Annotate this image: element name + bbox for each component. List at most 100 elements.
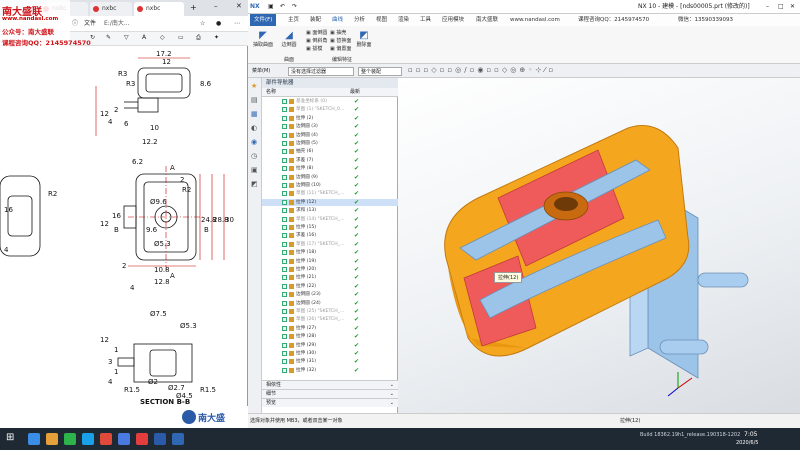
file-explorer-icon[interactable]	[46, 433, 58, 445]
visibility-checkbox[interactable]	[282, 99, 287, 104]
qq-icon[interactable]	[82, 433, 94, 445]
nandasl-icon[interactable]	[154, 433, 166, 445]
visibility-checkbox[interactable]	[282, 309, 287, 314]
baidu-icon[interactable]	[118, 433, 130, 445]
visibility-checkbox[interactable]	[282, 367, 287, 373]
highlight-icon[interactable]: ▽	[124, 34, 129, 41]
column-name[interactable]: 名称	[266, 88, 276, 97]
feature-row[interactable]: 拉伸 (30) ✔	[262, 350, 398, 357]
undo-icon[interactable]: ↶	[280, 0, 285, 14]
shell-button[interactable]: ▣ 抽壳	[330, 29, 346, 36]
feature-row[interactable]: 拉伸 (12) ✔	[262, 198, 398, 206]
draw-icon[interactable]: ✎	[106, 34, 111, 41]
tab-view[interactable]: 视图	[376, 14, 387, 26]
visibility-checkbox[interactable]	[282, 241, 287, 247]
panel-preview[interactable]: 预览 ⌄	[262, 398, 398, 407]
minimize-icon[interactable]: –	[766, 0, 769, 14]
chrome-icon[interactable]	[136, 433, 148, 445]
delete-face-button[interactable]: ◩ 删除面	[354, 30, 374, 48]
visibility-checkbox[interactable]	[282, 107, 287, 113]
pin-lower[interactable]	[659, 339, 709, 355]
visibility-checkbox[interactable]	[282, 351, 287, 356]
chamfer-button[interactable]: ▣ 倒斜角	[306, 37, 327, 44]
visibility-checkbox[interactable]	[282, 157, 287, 163]
feature-row[interactable]: 草图 (17) "SKETCH_... ✔	[262, 241, 398, 248]
redo-icon[interactable]: ↷	[292, 0, 297, 14]
feature-row[interactable]: 拉伸 (31) ✔	[262, 358, 398, 365]
visibility-checkbox[interactable]	[282, 132, 287, 138]
face-blend-button[interactable]: ▣ 面倒圆	[306, 29, 327, 36]
feature-row[interactable]: 边倒圆 (9) ✔	[262, 174, 398, 181]
tab-render[interactable]: 渲染	[398, 14, 409, 26]
visibility-checkbox[interactable]	[282, 317, 287, 323]
avatar[interactable]: ●	[216, 16, 221, 32]
feature-row[interactable]: 拉伸 (2) ✔	[262, 115, 398, 122]
save-icon[interactable]: ▭	[178, 34, 184, 41]
visibility-checkbox[interactable]	[282, 183, 287, 188]
tab-tools[interactable]: 工具	[420, 14, 431, 26]
feature-row[interactable]: 拉伸 (15) ✔	[262, 224, 398, 231]
feature-row[interactable]: 边倒圆 (10) ✔	[262, 182, 398, 189]
selection-filter-dropdown[interactable]: 没有选择过滤器	[288, 67, 354, 76]
feature-row[interactable]: 拉伸 (21) ✔	[262, 274, 398, 281]
process-studio-icon[interactable]: ◩	[251, 180, 258, 188]
visibility-checkbox[interactable]	[282, 359, 287, 365]
visibility-checkbox[interactable]	[282, 141, 287, 146]
edge-icon[interactable]	[28, 433, 40, 445]
offset-face-button[interactable]: ▣ 偏置面	[330, 45, 351, 52]
feature-row[interactable]: 基准坐标系 (0) ✔	[262, 98, 398, 105]
text-icon[interactable]: A	[142, 34, 146, 41]
feature-row[interactable]: 拉伸 (27) ✔	[262, 325, 398, 332]
minimize-icon[interactable]: –	[214, 2, 218, 10]
visibility-checkbox[interactable]	[282, 233, 287, 239]
feature-row[interactable]: 抽壳 (6) ✔	[262, 148, 398, 155]
feature-row[interactable]: 求和 (13) ✔	[262, 207, 398, 214]
visibility-checkbox[interactable]	[282, 300, 287, 306]
feature-row[interactable]: 求差 (16) ✔	[262, 232, 398, 239]
menu-button[interactable]: 菜单(M)	[250, 67, 286, 76]
visibility-checkbox[interactable]	[282, 124, 287, 130]
tab-home[interactable]: 主页	[288, 14, 299, 26]
visibility-checkbox[interactable]	[282, 267, 287, 272]
panel-dependencies[interactable]: 相依性 ⌄	[262, 380, 398, 389]
pin-icon[interactable]: ✦	[214, 34, 219, 41]
selection-scope-dropdown[interactable]: 整个装配	[358, 67, 402, 76]
history-icon[interactable]: ◷	[251, 152, 257, 160]
star-icon[interactable]: ☆	[200, 16, 205, 32]
tab-file[interactable]: 文件(F)	[250, 14, 277, 26]
tab-assembly[interactable]: 装配	[310, 14, 321, 26]
visibility-checkbox[interactable]	[282, 342, 287, 348]
snap-toolbar-icons[interactable]: ▫▫▫◇▫▫◎/▫◉▫▫◇◎⊕◦⊹⁄▫	[408, 66, 556, 74]
nx-icon[interactable]	[172, 433, 184, 445]
panel-details[interactable]: 细节 ⌄	[262, 389, 398, 398]
tab-wechat[interactable]: 微信：13590339093	[678, 14, 733, 26]
browser-tab[interactable]: nxbc	[90, 2, 132, 16]
tab-analysis[interactable]: 分析	[354, 14, 365, 26]
graphics-window[interactable]: 拉伸(12)	[398, 78, 800, 413]
system-materials-icon[interactable]: ▣	[251, 166, 258, 174]
visibility-checkbox[interactable]	[282, 216, 287, 222]
clock-time[interactable]: 7:05	[744, 431, 757, 438]
edge-blend-button[interactable]: ◢ 边倒圆	[278, 30, 300, 50]
visibility-checkbox[interactable]	[282, 174, 287, 180]
windows-start-icon[interactable]: ⊞	[6, 432, 14, 443]
visibility-checkbox[interactable]	[282, 149, 287, 155]
close-icon[interactable]: ✕	[790, 0, 795, 14]
feature-row[interactable]: 边倒圆 (24) ✔	[262, 300, 398, 307]
print-icon[interactable]: ⎙	[196, 34, 201, 42]
feature-row[interactable]: 求差 (7) ✔	[262, 157, 398, 164]
tab-applications[interactable]: 应用模块	[442, 14, 464, 26]
model-3d[interactable]	[398, 78, 800, 413]
visibility-checkbox[interactable]	[282, 283, 287, 289]
visibility-checkbox[interactable]	[282, 258, 287, 264]
more-icon[interactable]: ⋯	[234, 16, 240, 32]
assembly-navigator-icon[interactable]: ▤	[251, 96, 258, 104]
feature-row[interactable]: 拉伸 (19) ✔	[262, 258, 398, 265]
visibility-checkbox[interactable]	[282, 292, 287, 298]
visibility-checkbox[interactable]	[282, 275, 287, 281]
visibility-checkbox[interactable]	[282, 208, 287, 214]
feature-row[interactable]: 边倒圆 (3) ✔	[262, 123, 398, 130]
erase-icon[interactable]: ◇	[160, 34, 165, 41]
feature-row[interactable]: 边倒圆 (23) ✔	[262, 291, 398, 298]
feature-row[interactable]: 草图 (11) "SKETCH_... ✔	[262, 190, 398, 197]
